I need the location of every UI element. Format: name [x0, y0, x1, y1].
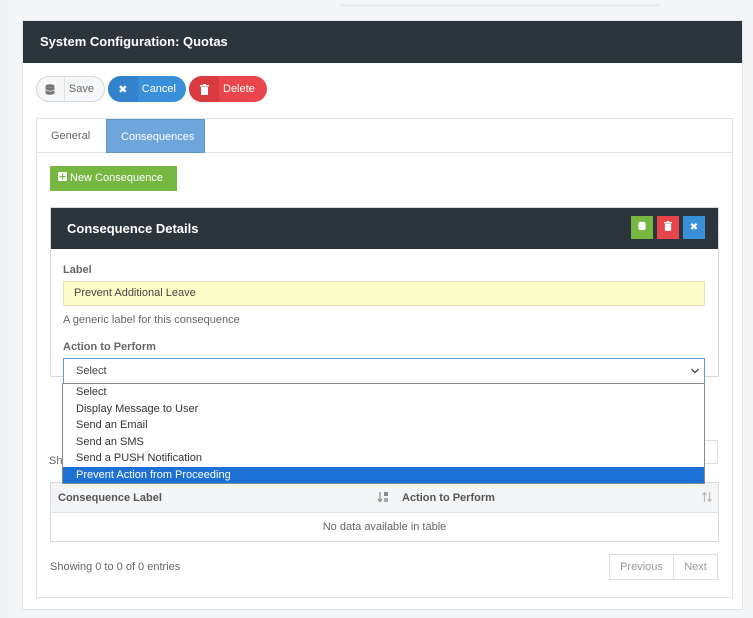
table-length-label: Sh [49, 455, 63, 467]
sort-icon[interactable] [701, 491, 713, 506]
action-select-value: Select [76, 365, 107, 377]
delete-button-label: Delete [223, 83, 255, 95]
details-title: Consequence Details [51, 208, 718, 249]
next-page-button[interactable]: Next [673, 554, 718, 580]
consequences-table: Consequence Label Action to Perform No d… [50, 482, 719, 542]
top-divider [340, 4, 660, 7]
table-empty-row: No data available in table [322, 521, 447, 533]
database-icon [638, 221, 646, 234]
quotas-panel: System Configuration: Quotas Save ✖ Canc… [22, 20, 743, 610]
left-sidebar-strip [0, 0, 8, 618]
dropdown-option-prevent-action[interactable]: Prevent Action from Proceeding [63, 466, 704, 483]
previous-page-button[interactable]: Previous [609, 554, 674, 580]
table-header: Consequence Label Action to Perform [51, 483, 718, 513]
dropdown-option-select[interactable]: Select [63, 384, 704, 401]
tab-consequences[interactable]: Consequences [106, 119, 205, 153]
consequence-details-panel: Consequence Details ✖ Label Prevent Addi… [50, 207, 719, 384]
close-icon: ✖ [108, 76, 138, 102]
close-icon: ✖ [689, 222, 699, 233]
tabs-container: General Consequences New Consequence Con… [36, 118, 733, 598]
label-help-text: A generic label for this consequence [63, 314, 240, 326]
table-info: Showing 0 to 0 of 0 entries [50, 561, 181, 573]
label-field-label: Label [63, 264, 92, 276]
action-dropdown-list: Select Display Message to User Send an E… [62, 383, 705, 484]
panel-title: System Configuration: Quotas [23, 21, 742, 63]
sort-alpha-icon[interactable] [377, 491, 389, 506]
tab-general[interactable]: General [37, 119, 104, 153]
action-field-label: Action to Perform [63, 341, 156, 353]
cancel-button-label: Cancel [141, 83, 176, 95]
new-consequence-label: New Consequence [70, 172, 163, 184]
delete-button[interactable]: Delete [189, 76, 267, 102]
action-select[interactable]: Select [63, 358, 705, 384]
details-close-button[interactable]: ✖ [683, 216, 705, 239]
database-icon [37, 77, 65, 101]
save-button[interactable]: Save [36, 76, 105, 102]
label-input[interactable]: Prevent Additional Leave [63, 281, 705, 306]
cancel-button[interactable]: ✖ Cancel [108, 76, 186, 102]
new-consequence-button[interactable]: New Consequence [50, 166, 177, 191]
column-header-label[interactable]: Consequence Label [58, 483, 162, 513]
dropdown-option-send-email[interactable]: Send an Email [63, 417, 704, 434]
column-header-action[interactable]: Action to Perform [402, 483, 495, 513]
plus-square-icon [58, 166, 67, 191]
tab-bar: General Consequences [37, 119, 732, 153]
trash-icon [189, 76, 219, 102]
trash-icon [664, 221, 672, 234]
details-delete-button[interactable] [657, 216, 679, 239]
dropdown-option-send-push[interactable]: Send a PUSH Notification [63, 450, 704, 467]
dropdown-option-display-message[interactable]: Display Message to User [63, 401, 704, 418]
dropdown-option-send-sms[interactable]: Send an SMS [63, 434, 704, 451]
save-button-label: Save [68, 83, 94, 95]
details-save-button[interactable] [631, 216, 653, 239]
